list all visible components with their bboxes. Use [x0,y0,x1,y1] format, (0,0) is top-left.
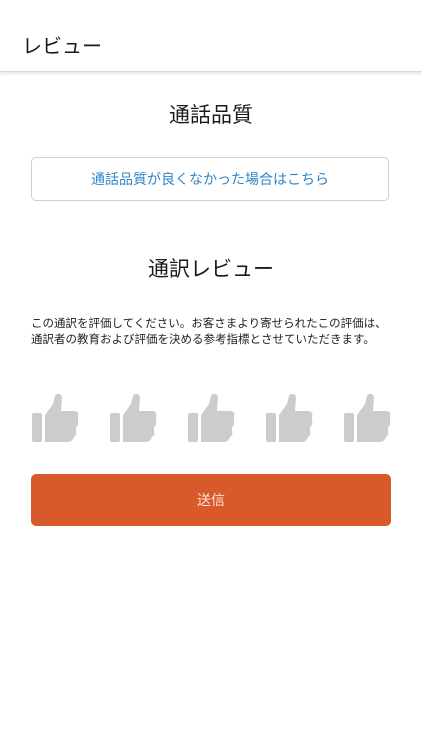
review-description: この通訳を評価してください。お客さまより寄せられたこの評価は、通訳者の教育および… [31,316,387,346]
thumbs-up-icon[interactable] [187,393,235,443]
call-quality-report-button[interactable]: 通話品質が良くなかった場合はこちら [31,157,389,201]
thumbs-up-icon[interactable] [343,393,391,443]
thumbs-rating [31,393,391,443]
thumbs-up-icon[interactable] [109,393,157,443]
thumbs-up-icon[interactable] [31,393,79,443]
interpretation-review-heading: 通訳レビュー [148,257,274,281]
page-title: レビュー [22,34,102,58]
call-quality-heading: 通話品質 [169,103,253,127]
app-header: レビュー [0,0,422,72]
thumbs-up-icon[interactable] [265,393,313,443]
submit-button[interactable]: 送信 [31,474,391,526]
